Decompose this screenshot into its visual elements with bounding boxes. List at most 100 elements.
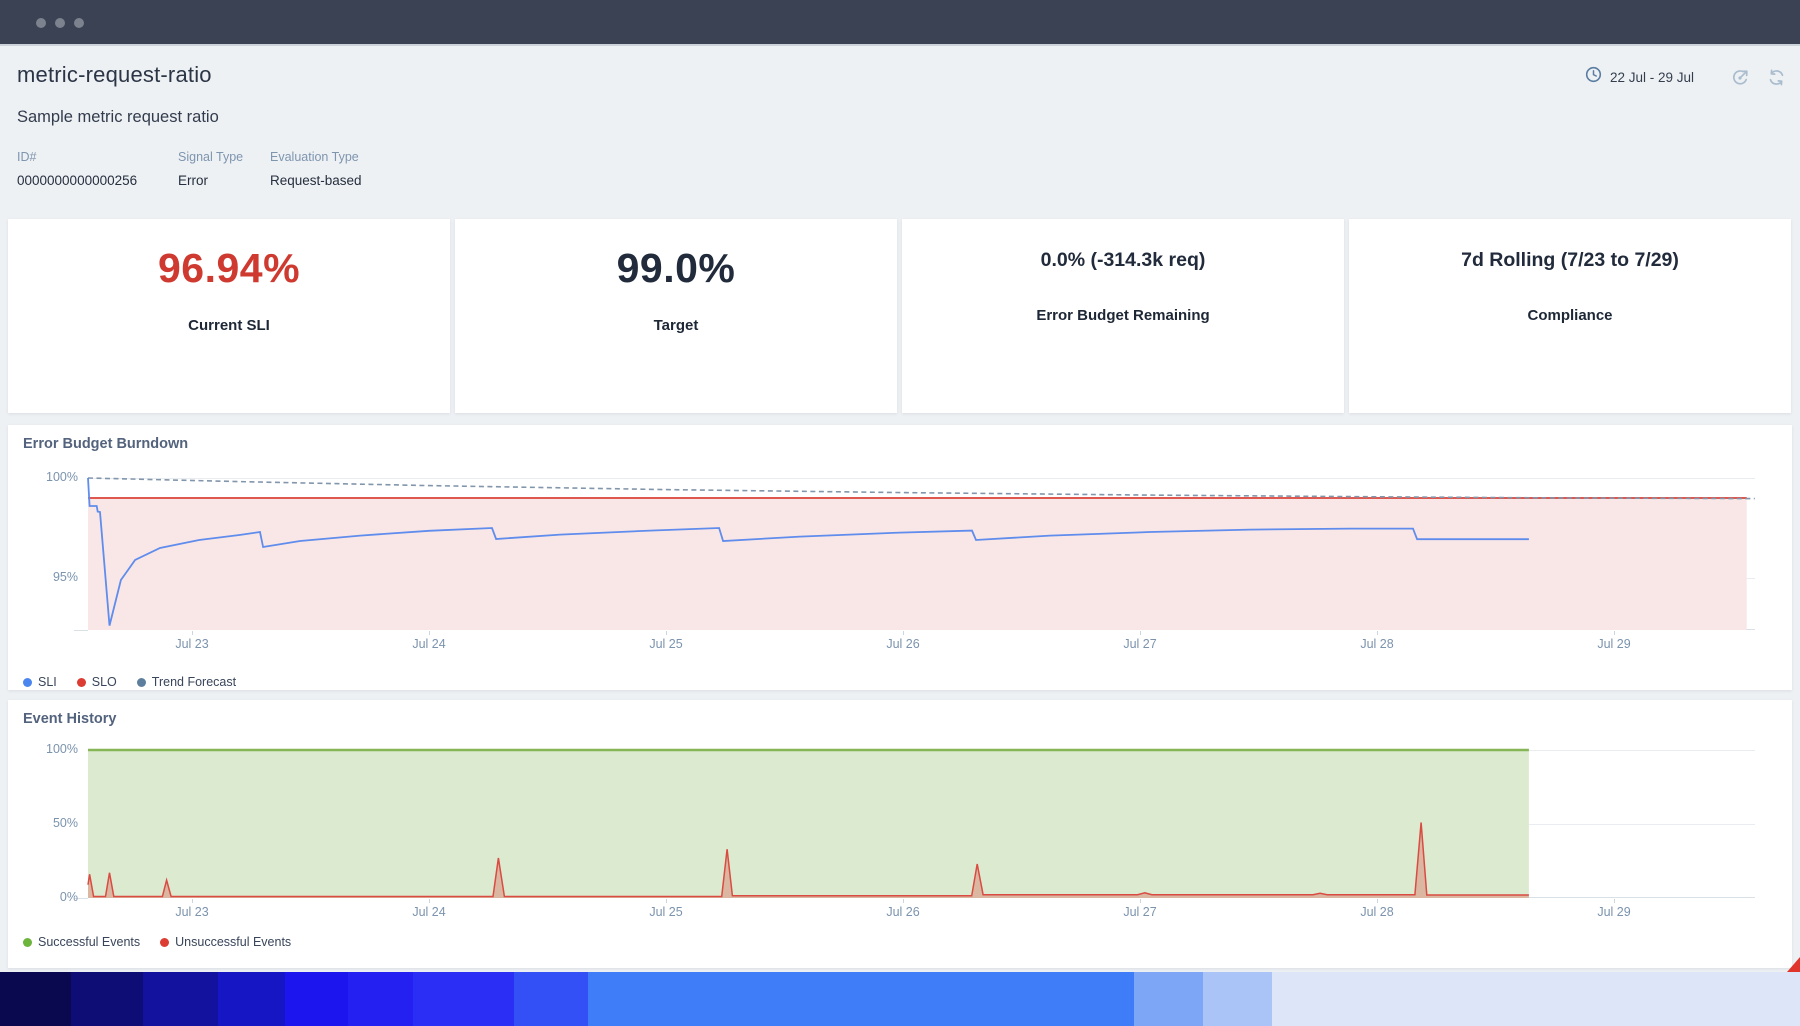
- color-strip-block: [588, 972, 1134, 1026]
- current-sli-value: 96.94%: [8, 245, 450, 292]
- meta-value-signal-type: Error: [178, 173, 270, 188]
- slo-area: [88, 498, 1747, 630]
- target-value: 99.0%: [455, 245, 897, 292]
- x-axis-tick: [666, 631, 667, 635]
- y-axis-label: 50%: [32, 816, 78, 830]
- legend-dot-icon: [137, 678, 146, 687]
- x-axis-label: Jul 23: [162, 905, 222, 919]
- meta-value-evaluation-type: Request-based: [270, 173, 362, 188]
- card-current-sli: 96.94% Current SLI: [8, 219, 450, 413]
- event-history-plot[interactable]: [88, 750, 1755, 898]
- page-title: metric-request-ratio: [17, 62, 212, 88]
- x-axis-tick: [1614, 631, 1615, 635]
- summary-cards-row: 96.94% Current SLI 99.0% Target 0.0% (-3…: [8, 219, 1792, 413]
- y-axis-label: 100%: [32, 470, 78, 484]
- x-axis-tick: [192, 899, 193, 903]
- window-title-bar: [0, 0, 1800, 46]
- color-strip-block: [514, 972, 588, 1026]
- x-axis-tick: [1614, 899, 1615, 903]
- x-axis-label: Jul 29: [1584, 905, 1644, 919]
- legend-item[interactable]: Unsuccessful Events: [160, 935, 291, 949]
- color-strip-block: [1203, 972, 1272, 1026]
- error-budget-label: Error Budget Remaining: [902, 307, 1344, 324]
- legend-dot-icon: [23, 678, 32, 687]
- x-axis-tick: [429, 899, 430, 903]
- chart-jump-icon[interactable]: [1730, 67, 1751, 88]
- color-strip-block: [0, 972, 71, 1026]
- x-axis-label: Jul 28: [1347, 637, 1407, 651]
- refresh-icon[interactable]: [1767, 68, 1786, 87]
- color-strip-block: [285, 972, 348, 1026]
- slo-metadata: ID# 0000000000000256 Signal Type Error E…: [17, 150, 362, 188]
- window-dot-icon: [36, 18, 46, 28]
- card-error-budget: 0.0% (-314.3k req) Error Budget Remainin…: [902, 219, 1344, 413]
- legend-dot-icon: [77, 678, 86, 687]
- target-label: Target: [455, 317, 897, 334]
- error-budget-value: 0.0% (-314.3k req): [902, 249, 1344, 272]
- x-axis-tick: [429, 631, 430, 635]
- x-axis-tick: [1377, 631, 1378, 635]
- window-dot-icon: [74, 18, 84, 28]
- legend-item[interactable]: Successful Events: [23, 935, 140, 949]
- x-axis-tick: [903, 899, 904, 903]
- x-axis-label: Jul 24: [399, 905, 459, 919]
- legend-dot-icon: [160, 938, 169, 947]
- x-axis-tick: [1377, 899, 1378, 903]
- legend-dot-icon: [23, 938, 32, 947]
- bottom-color-strip: [0, 972, 1800, 1026]
- meta-label-id: ID#: [17, 150, 178, 164]
- x-axis-label: Jul 25: [636, 637, 696, 651]
- x-axis-label: Jul 27: [1110, 637, 1170, 651]
- legend-label: Successful Events: [38, 935, 140, 949]
- color-strip-block: [143, 972, 218, 1026]
- time-range-control[interactable]: 22 Jul - 29 Jul: [1585, 66, 1786, 88]
- color-strip-block: [1272, 972, 1800, 1026]
- x-axis-label: Jul 27: [1110, 905, 1170, 919]
- x-axis-label: Jul 29: [1584, 637, 1644, 651]
- x-axis-label: Jul 25: [636, 905, 696, 919]
- legend-item[interactable]: SLO: [77, 675, 117, 689]
- compliance-label: Compliance: [1349, 307, 1791, 324]
- color-strip-block: [348, 972, 413, 1026]
- error-budget-burndown-plot[interactable]: [88, 478, 1755, 630]
- color-strip-block: [71, 972, 143, 1026]
- current-sli-label: Current SLI: [8, 317, 450, 334]
- error-budget-burndown-panel: Error Budget Burndown SLISLOTrend Foreca…: [8, 425, 1792, 690]
- event-history-legend: Successful Events Unsuccessful Events: [23, 935, 311, 949]
- x-axis-label: Jul 26: [873, 905, 933, 919]
- legend-label: Unsuccessful Events: [175, 935, 291, 949]
- x-axis-label: Jul 23: [162, 637, 222, 651]
- legend-item[interactable]: SLI: [23, 675, 57, 689]
- x-axis-tick: [1140, 899, 1141, 903]
- compliance-value: 7d Rolling (7/23 to 7/29): [1349, 249, 1791, 272]
- successful-events-area: [88, 750, 1529, 898]
- corner-marker: [1787, 957, 1800, 972]
- y-axis-label: 95%: [32, 570, 78, 584]
- meta-label-signal-type: Signal Type: [178, 150, 270, 164]
- card-compliance: 7d Rolling (7/23 to 7/29) Compliance: [1349, 219, 1791, 413]
- x-axis-label: Jul 26: [873, 637, 933, 651]
- y-axis-label: 0%: [32, 890, 78, 904]
- event-history-panel: Event History Successful Events Unsuccess…: [8, 700, 1792, 968]
- x-axis-tick: [666, 899, 667, 903]
- legend-label: Trend Forecast: [152, 675, 236, 689]
- window-dot-icon: [55, 18, 65, 28]
- legend-item[interactable]: Trend Forecast: [137, 675, 236, 689]
- x-axis-tick: [192, 631, 193, 635]
- window-dots: [36, 18, 84, 28]
- x-axis-label: Jul 28: [1347, 905, 1407, 919]
- legend-label: SLO: [92, 675, 117, 689]
- y-axis-label: 100%: [32, 742, 78, 756]
- event-history-title: Event History: [23, 711, 116, 727]
- x-axis-tick: [903, 631, 904, 635]
- color-strip-block: [413, 972, 514, 1026]
- page-subtitle: Sample metric request ratio: [17, 108, 219, 127]
- clock-icon: [1585, 66, 1602, 88]
- time-range-text[interactable]: 22 Jul - 29 Jul: [1610, 70, 1694, 85]
- card-target: 99.0% Target: [455, 219, 897, 413]
- meta-value-id: 0000000000000256: [17, 173, 178, 188]
- legend-label: SLI: [38, 675, 57, 689]
- trend-forecast-line: [88, 478, 1755, 499]
- meta-label-evaluation-type: Evaluation Type: [270, 150, 362, 164]
- error-budget-burndown-legend: SLI SLO Trend Forecast: [23, 675, 256, 689]
